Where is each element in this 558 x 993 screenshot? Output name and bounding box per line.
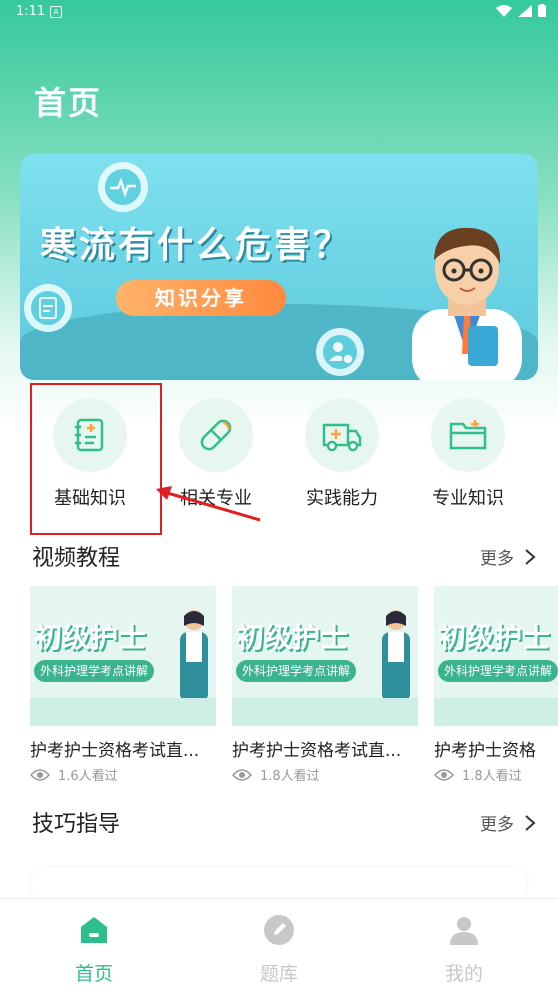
quick-nav-practice-ability[interactable]: 实践能力 xyxy=(282,398,402,510)
tab-mine[interactable]: 我的 xyxy=(404,913,524,986)
thumb-subtitle: 外科护理学考点讲解 xyxy=(34,660,155,682)
tab-question-bank[interactable]: 题库 xyxy=(219,913,339,986)
medical-kits xyxy=(232,698,418,726)
thumb-subtitle: 外科护理学考点讲解 xyxy=(438,660,558,682)
video-views: 1.6人看过 xyxy=(30,765,216,784)
home-icon xyxy=(81,917,107,943)
eye-icon xyxy=(30,768,50,781)
tab-label: 题库 xyxy=(259,963,298,985)
tips-section-title: 技巧指导 xyxy=(32,812,121,837)
pencil-icon xyxy=(264,915,294,945)
eye-icon xyxy=(232,768,252,781)
views-count: 1.8人看过 xyxy=(462,769,522,784)
quick-nav-label: 实践能力 xyxy=(306,488,378,509)
notification-badge: A xyxy=(50,6,62,18)
user-check-icon xyxy=(316,328,364,376)
tab-home[interactable]: 首页 xyxy=(34,913,154,986)
more-label: 更多 xyxy=(480,815,514,835)
doctor-illustration xyxy=(412,227,522,380)
clipboard-icon xyxy=(24,284,72,332)
battery-icon xyxy=(538,4,546,17)
status-time: 1:11 xyxy=(16,4,46,19)
page-title: 首页 xyxy=(34,84,103,122)
video-title: 护考护士资格考试直... xyxy=(30,741,200,761)
status-bar: 1:11 A xyxy=(0,0,558,26)
highlight-box xyxy=(30,383,162,535)
thumb-title: 初级护士 xyxy=(438,621,551,654)
thumb-subtitle: 外科护理学考点讲解 xyxy=(236,660,357,682)
thumb-title: 初级护士 xyxy=(236,621,349,654)
user-icon xyxy=(450,917,478,945)
wifi-icon xyxy=(496,4,512,17)
quick-nav-professional-knowledge[interactable]: 专业知识 xyxy=(408,398,528,510)
folder-icon xyxy=(431,398,505,472)
thumb-title: 初级护士 xyxy=(34,621,147,654)
video-card[interactable]: 初级护士 外科护理学考点讲解 护考护士资格考试直... 1.6人看过 xyxy=(30,586,216,784)
ambulance-icon xyxy=(305,398,379,472)
heartbeat-icon xyxy=(98,162,148,212)
video-thumbnail: 初级护士 外科护理学考点讲解 xyxy=(232,586,418,726)
video-card[interactable]: 初级护士 外科护理学考点讲解 护考护士资格 1.8人看过 xyxy=(434,586,558,784)
tab-label: 我的 xyxy=(444,963,483,985)
eye-icon xyxy=(434,768,454,781)
chevron-right-icon xyxy=(525,548,536,565)
medical-kits xyxy=(434,698,558,726)
nurse-illustration xyxy=(180,610,208,702)
video-views: 1.8人看过 xyxy=(232,765,418,784)
banner-headline: 寒流有什么危害？ xyxy=(40,225,353,266)
views-count: 1.8人看过 xyxy=(260,769,320,784)
medical-kits xyxy=(30,698,216,726)
videos-more-link[interactable]: 更多 xyxy=(480,544,536,569)
video-title: 护考护士资格 xyxy=(434,741,536,761)
more-label: 更多 xyxy=(480,549,514,569)
bottom-tab-bar: 首页 题库 我的 xyxy=(0,898,558,993)
annotation-arrow xyxy=(156,486,261,522)
video-thumbnail: 初级护士 外科护理学考点讲解 xyxy=(434,586,558,726)
banner-tag: 知识分享 xyxy=(116,280,286,316)
video-thumbnail: 初级护士 外科护理学考点讲解 xyxy=(30,586,216,726)
tab-label: 首页 xyxy=(74,963,113,985)
video-card[interactable]: 初级护士 外科护理学考点讲解 护考护士资格考试直... 1.8人看过 xyxy=(232,586,418,784)
article-card[interactable] xyxy=(32,868,526,898)
quick-nav-label: 专业知识 xyxy=(432,488,504,509)
video-views: 1.8人看过 xyxy=(434,765,558,784)
pill-icon xyxy=(179,398,253,472)
signal-icon xyxy=(518,4,532,17)
videos-section-title: 视频教程 xyxy=(32,546,121,571)
video-title: 护考护士资格考试直... xyxy=(232,741,402,761)
chevron-right-icon xyxy=(525,814,536,831)
tips-more-link[interactable]: 更多 xyxy=(480,810,536,835)
promo-banner[interactable]: 寒流有什么危害？ 知识分享 xyxy=(20,154,538,380)
status-icons xyxy=(496,4,546,17)
nurse-illustration xyxy=(382,610,410,702)
views-count: 1.6人看过 xyxy=(58,769,118,784)
